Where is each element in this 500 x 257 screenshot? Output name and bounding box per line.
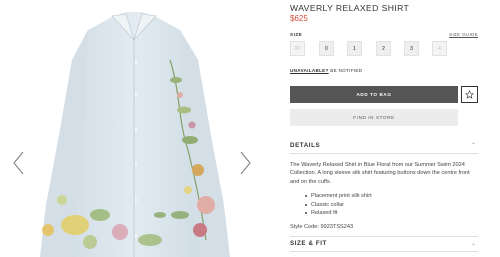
feature-list: Placement print silk shirt Classic colla… [305,192,372,218]
chevron-left-icon [13,151,24,175]
size-option-2[interactable]: 2 [376,41,391,56]
size-option-0[interactable]: 0 [319,41,334,56]
gallery-next-button[interactable] [236,150,254,176]
size-option-4[interactable]: 4 [432,41,447,56]
size-option-0p[interactable]: 0P [290,41,305,56]
divider [290,236,478,237]
list-item: Classic collar [305,201,372,210]
add-to-bag-button[interactable]: ADD TO BAG [290,86,458,103]
size-selector: 0P 0 1 2 3 4 [290,41,478,57]
list-item: Placement print silk shirt [305,192,372,201]
product-description: The Waverly Relaxed Shirt in Blue Floral… [290,162,470,185]
size-label: SIZE [290,32,303,37]
product-panel: WAVERLY RELAXED SHIRT $625 SIZE SIZE GUI… [290,0,480,257]
size-fit-accordion[interactable]: SIZE & FIT ⌄ [290,238,478,250]
chevron-down-icon: ⌄ [470,241,476,247]
gallery-prev-button[interactable] [10,150,28,176]
wishlist-button[interactable] [461,86,478,103]
chevron-right-icon [240,151,251,175]
size-guide-link[interactable]: SIZE GUIDE [449,32,478,37]
product-image [40,12,230,257]
size-option-1[interactable]: 1 [347,41,362,56]
divider [290,251,478,252]
find-in-store-button[interactable]: FIND IN STORE [290,109,458,126]
list-item: Relaxed fit [305,209,372,218]
size-row: SIZE SIZE GUIDE [290,32,478,40]
star-icon [465,90,474,99]
product-title: WAVERLY RELAXED SHIRT [290,3,410,13]
divider [290,153,478,154]
size-option-3[interactable]: 3 [404,41,419,56]
be-notified-text: BE NOTIFIED [330,68,363,73]
chevron-up-icon: ⌃ [470,143,476,149]
details-accordion[interactable]: DETAILS ⌃ [290,140,478,152]
unavailable-link[interactable]: UNAVAILABLE? [290,68,329,73]
notify-row: UNAVAILABLE? BE NOTIFIED [290,68,362,73]
size-fit-heading: SIZE & FIT [290,240,327,247]
product-gallery [0,0,262,257]
product-price: $625 [290,14,308,23]
style-code: Style Code: 9923TSS243 [290,224,354,230]
details-heading: DETAILS [290,142,321,149]
